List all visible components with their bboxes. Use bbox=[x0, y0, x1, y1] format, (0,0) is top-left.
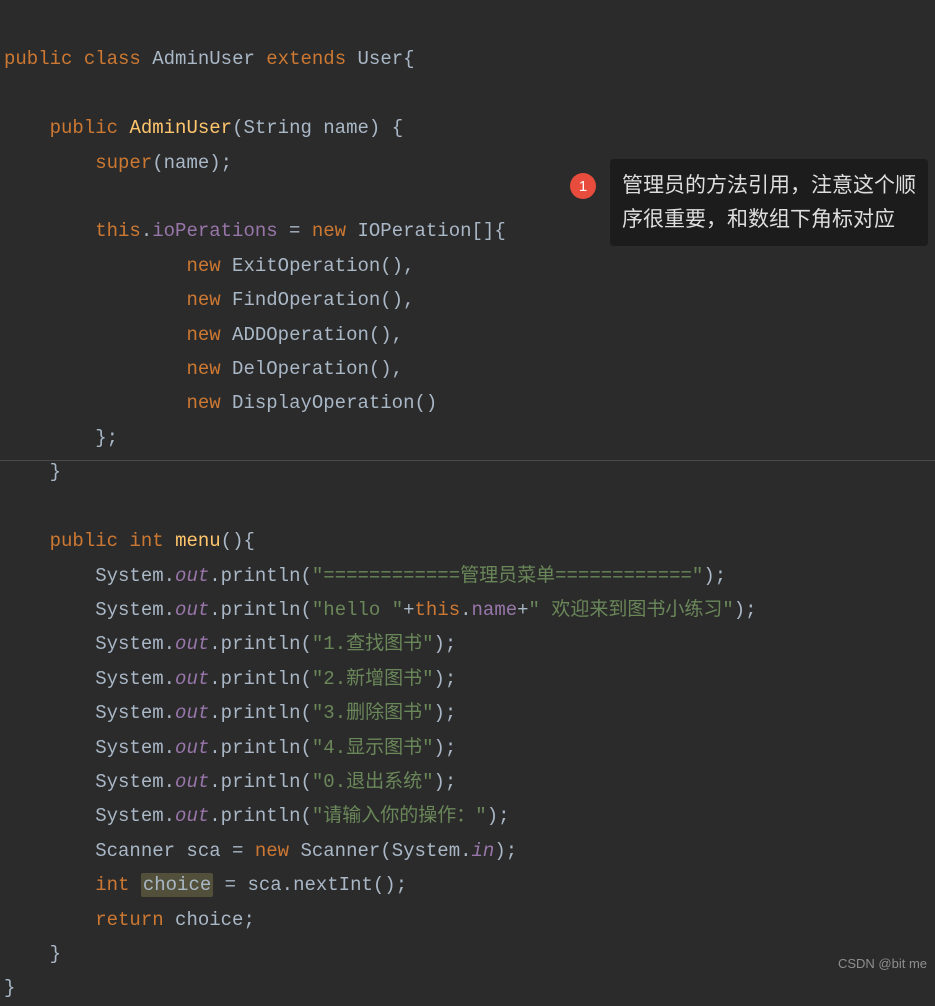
keyword-new: new bbox=[312, 220, 346, 242]
keyword-this: this bbox=[95, 220, 141, 242]
op-call: ADDOperation(), bbox=[221, 324, 403, 346]
out-field: out bbox=[175, 771, 209, 793]
string-literal: "hello " bbox=[312, 599, 403, 621]
dot: . bbox=[460, 599, 471, 621]
array-type: IOPeration[]{ bbox=[346, 220, 506, 242]
close-call: ); bbox=[434, 633, 457, 655]
println: .println( bbox=[209, 599, 312, 621]
close-call: ); bbox=[703, 565, 726, 587]
close-ctor: } bbox=[50, 461, 61, 483]
plus: + bbox=[403, 599, 414, 621]
println: .println( bbox=[209, 565, 312, 587]
keyword-new: new bbox=[186, 255, 220, 277]
keyword-new: new bbox=[255, 840, 289, 862]
scanner-decl: Scanner sca = bbox=[95, 840, 255, 862]
field-name: name bbox=[472, 599, 518, 621]
close-class: } bbox=[4, 977, 15, 999]
println: .println( bbox=[209, 702, 312, 724]
keyword-public: public bbox=[4, 48, 72, 70]
op-call: DelOperation(), bbox=[221, 358, 403, 380]
keyword-return: return bbox=[95, 909, 163, 931]
keyword-this: this bbox=[415, 599, 461, 621]
system: System. bbox=[95, 702, 175, 724]
code-editor[interactable]: public class AdminUser extends User{ pub… bbox=[0, 0, 935, 1006]
println: .println( bbox=[209, 805, 312, 827]
system: System. bbox=[95, 565, 175, 587]
keyword-int: int bbox=[95, 874, 129, 896]
out-field: out bbox=[175, 565, 209, 587]
scanner-ctor-end: ); bbox=[494, 840, 517, 862]
system: System. bbox=[95, 805, 175, 827]
println: .println( bbox=[209, 737, 312, 759]
signature: (String name) { bbox=[232, 117, 403, 139]
equals: = bbox=[278, 220, 312, 242]
string-literal: "============管理员菜单============" bbox=[312, 565, 703, 587]
keyword-class: class bbox=[84, 48, 141, 70]
assign: = sca.nextInt(); bbox=[213, 874, 407, 896]
return-expr: choice; bbox=[164, 909, 255, 931]
highlighted-var: choice bbox=[141, 873, 213, 897]
annotation-tooltip: 管理员的方法引用，注意这个顺序很重要，和数组下角标对应 bbox=[610, 159, 928, 246]
out-field: out bbox=[175, 805, 209, 827]
class-name: AdminUser bbox=[152, 48, 255, 70]
scanner-ctor: Scanner(System. bbox=[289, 840, 471, 862]
close-method: } bbox=[50, 943, 61, 965]
keyword-public: public bbox=[50, 530, 118, 552]
close-call: ); bbox=[434, 702, 457, 724]
println: .println( bbox=[209, 633, 312, 655]
keyword-public: public bbox=[50, 117, 118, 139]
op-call: FindOperation(), bbox=[221, 289, 415, 311]
out-field: out bbox=[175, 668, 209, 690]
string-literal: "3.删除图书" bbox=[312, 702, 434, 724]
in-field: in bbox=[472, 840, 495, 862]
plus: + bbox=[517, 599, 528, 621]
string-literal: "0.退出系统" bbox=[312, 771, 434, 793]
close-call: ); bbox=[434, 668, 457, 690]
signature: (){ bbox=[221, 530, 255, 552]
println: .println( bbox=[209, 668, 312, 690]
keyword-new: new bbox=[186, 324, 220, 346]
system: System. bbox=[95, 599, 175, 621]
super-call: (name); bbox=[152, 152, 232, 174]
out-field: out bbox=[175, 599, 209, 621]
watermark: CSDN @bit me bbox=[838, 956, 927, 971]
method-separator bbox=[0, 460, 935, 461]
out-field: out bbox=[175, 702, 209, 724]
keyword-extends: extends bbox=[266, 48, 346, 70]
string-literal: "2.新增图书" bbox=[312, 668, 434, 690]
op-call: DisplayOperation() bbox=[221, 392, 438, 414]
annotation-badge[interactable]: 1 bbox=[570, 173, 596, 199]
close-call: ); bbox=[734, 599, 757, 621]
system: System. bbox=[95, 771, 175, 793]
keyword-int: int bbox=[129, 530, 163, 552]
string-literal: "4.显示图书" bbox=[312, 737, 434, 759]
println: .println( bbox=[209, 771, 312, 793]
field-name: ioPerations bbox=[152, 220, 277, 242]
brace: { bbox=[403, 48, 414, 70]
keyword-super: super bbox=[95, 152, 152, 174]
close-call: ); bbox=[434, 737, 457, 759]
constructor-name: AdminUser bbox=[129, 117, 232, 139]
out-field: out bbox=[175, 633, 209, 655]
system: System. bbox=[95, 633, 175, 655]
system: System. bbox=[95, 737, 175, 759]
string-literal: " 欢迎来到图书小练习" bbox=[529, 599, 734, 621]
dot: . bbox=[141, 220, 152, 242]
keyword-new: new bbox=[186, 392, 220, 414]
out-field: out bbox=[175, 737, 209, 759]
system: System. bbox=[95, 668, 175, 690]
close-call: ); bbox=[487, 805, 510, 827]
keyword-new: new bbox=[186, 289, 220, 311]
close-call: ); bbox=[434, 771, 457, 793]
method-name: menu bbox=[175, 530, 221, 552]
close-array: }; bbox=[95, 427, 118, 449]
op-call: ExitOperation(), bbox=[221, 255, 415, 277]
keyword-new: new bbox=[186, 358, 220, 380]
superclass-name: User bbox=[358, 48, 404, 70]
string-literal: "请输入你的操作：" bbox=[312, 805, 487, 827]
string-literal: "1.查找图书" bbox=[312, 633, 434, 655]
